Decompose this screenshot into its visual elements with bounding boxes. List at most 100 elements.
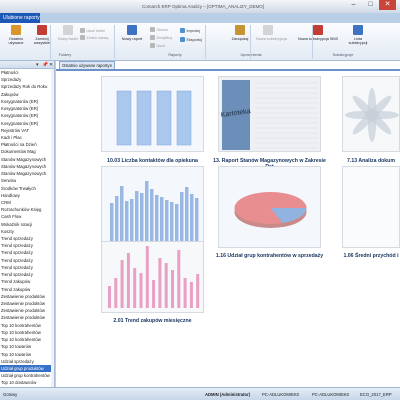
minimize-button[interactable]: – xyxy=(345,0,362,10)
report-tree-item[interactable]: Środków Trwałych xyxy=(0,185,54,192)
panel-menu-icon[interactable]: ▾ xyxy=(36,62,39,68)
report-tree-item[interactable]: Top 10 kontrahentów xyxy=(0,322,54,329)
ribbon-button-label: Usuń folder xyxy=(86,28,106,33)
sms-subscription-icon xyxy=(313,25,323,35)
report-tree: Płatności Sprzedaży Sprzedaży Rok do Roku Z… xyxy=(0,69,54,387)
ribbon-separator xyxy=(114,25,115,59)
report-thumbnail xyxy=(101,166,204,248)
panel-close-icon[interactable]: ✕ xyxy=(49,62,53,68)
report-thumbnail xyxy=(218,166,321,248)
report-tree-item[interactable]: Rejestrów VAT xyxy=(0,127,54,134)
usun-folder-button[interactable]: Usuń folder xyxy=(80,28,105,33)
report-caption: 1.06 Średni przychód i xyxy=(343,253,399,259)
report-tree-item[interactable]: Trend sprzedaży xyxy=(0,257,54,264)
report-tree-item[interactable]: Top 10 kontrahentów xyxy=(0,329,54,336)
ribbon-button-label: Ostatnio używane xyxy=(8,37,24,46)
report-tree-item[interactable]: Trend sprzedaży xyxy=(0,235,54,242)
ribbon-button-label: Zarządzaj xyxy=(231,37,249,41)
report-tree-item[interactable]: Kadr i Płac xyxy=(0,134,54,141)
report-tree-item[interactable]: Kosygnatorów (ER) xyxy=(0,105,54,112)
new-subscription-icon xyxy=(263,25,273,35)
importuj-button[interactable]: Importuj xyxy=(180,28,200,33)
tab-ulubione-raporty[interactable]: Ulubione raporty xyxy=(0,13,40,23)
report-tree-item[interactable]: Trend sprzedaży xyxy=(0,264,54,271)
ostatnio-uzywane-button[interactable]: Ostatnio używane xyxy=(4,25,28,46)
ribbon-button-label: Zamknij wszystkie xyxy=(33,37,51,46)
report-tree-item[interactable]: Zestawienie produktów xyxy=(0,293,54,300)
report-tree-item[interactable]: Rozrachunków Księg xyxy=(0,206,54,213)
report-tree-item[interactable]: Serwisu xyxy=(0,177,54,184)
report-thumbnail xyxy=(342,76,400,152)
report-tree-item[interactable]: Płatności na Dzień xyxy=(0,141,54,148)
report-tree-item[interactable]: Top 10 kontrahentów xyxy=(0,336,54,343)
nowa-subskrypcja-sms-button[interactable]: Nowa subskrypcja SMS xyxy=(298,25,338,41)
report-tree-item[interactable]: Kosygnatorów (ER) xyxy=(0,112,54,119)
report-thumbnail: Kartoteka xyxy=(218,76,321,152)
close-window-button[interactable]: ✕ xyxy=(379,0,396,10)
ribbon-separator xyxy=(250,25,251,59)
maximize-button[interactable]: □ xyxy=(362,0,379,10)
zarzadzaj-button[interactable]: Zarządzaj xyxy=(228,25,252,41)
report-tree-item[interactable]: CRM xyxy=(0,199,54,206)
new-folder-icon xyxy=(63,25,73,35)
report-tree-item[interactable]: Top 10 towarów xyxy=(0,351,54,358)
report-tree-item[interactable]: Stanów Magazynowych xyxy=(0,163,54,170)
report-tree-item[interactable]: Top 10 dostawców xyxy=(0,379,54,386)
status-text: Gotowy xyxy=(3,392,18,397)
report-tree-item[interactable]: Udział sprzedaży xyxy=(0,358,54,365)
zmien-nazwe-button[interactable]: Zmień nazwę xyxy=(80,35,108,40)
ribbon-button-label: Zmień nazwę xyxy=(86,35,109,40)
ribbon-button-label: Otwórz xyxy=(156,27,169,32)
report-tree-item[interactable]: Trend zakupów xyxy=(0,286,54,293)
report-tree-item[interactable]: Trend sprzedaży xyxy=(0,242,54,249)
nowy-folder-button[interactable]: Nowy folder xyxy=(56,25,80,41)
report-tree-item[interactable]: Udział grup produktów xyxy=(0,364,54,373)
tab-close-icon[interactable]: ✕ xyxy=(109,62,112,69)
report-thumbnail xyxy=(101,241,204,313)
report-tree-item[interactable]: Trend sprzedaży xyxy=(0,249,54,256)
delete-button[interactable]: Usuń xyxy=(150,43,165,48)
tab-recent-reports[interactable]: Ostatnio używane raporty ✕ xyxy=(59,61,115,69)
delete-folder-icon xyxy=(80,28,85,33)
close-all-icon xyxy=(37,25,47,35)
pin-icon[interactable]: 📌 xyxy=(42,62,48,68)
ribbon-button-label: Nowy folder xyxy=(57,37,79,41)
report-tree-item[interactable]: Top 10 towarów xyxy=(0,343,54,350)
subscription-list-icon xyxy=(353,25,363,35)
report-caption: 2.01 Trend zakupów miesięczne xyxy=(113,318,192,324)
report-tree-item[interactable]: Zestawienie produktów xyxy=(0,314,54,321)
eksportuj-button[interactable]: Eksportuj xyxy=(180,37,202,42)
nowa-subskrypcja-button[interactable]: Nowa subskrypcja xyxy=(256,25,287,41)
report-tree-item[interactable]: Cash Flow xyxy=(0,213,54,220)
window-title-bar: Comarch ERP Optima Analizy – [OPTIMA_ANA… xyxy=(0,0,400,13)
report-tree-item[interactable]: Handlowy xyxy=(0,192,54,199)
ribbon-group-label: Foldery xyxy=(58,53,72,57)
report-tree-item[interactable]: Sprzedaży Rok do Roku xyxy=(0,83,54,90)
tab-strip-line xyxy=(56,69,400,71)
modify-button[interactable]: Modyfikuj xyxy=(150,35,172,40)
nowy-raport-button[interactable]: Nowy raport xyxy=(120,25,144,41)
report-tree-item[interactable]: Zestawienie produktów xyxy=(0,300,54,307)
report-tree-item[interactable]: Sprzedaży xyxy=(0,76,54,83)
modify-icon xyxy=(150,35,155,40)
report-tree-item[interactable]: Wskaźnik rotacji xyxy=(0,221,54,228)
panel-header: ▾ 📌 ✕ xyxy=(0,61,54,69)
sidebar-scrollbar[interactable] xyxy=(51,69,54,387)
lista-subskrypcji-button[interactable]: Lista subskrypcji xyxy=(346,25,370,46)
ribbon-group-label: Uprawnienia xyxy=(226,53,276,57)
report-tree-item[interactable]: Stanów Magazynowych xyxy=(0,170,54,177)
report-tree-item[interactable]: Zakupów xyxy=(0,91,54,98)
report-tree-item[interactable]: Trend sprzedaży xyxy=(0,271,54,278)
report-tree-item[interactable]: Stanów Magazynowych xyxy=(0,156,54,163)
report-tree-item[interactable]: Trend zakupów xyxy=(0,278,54,285)
open-button[interactable]: Otwórz xyxy=(150,27,168,32)
rename-icon xyxy=(80,35,85,40)
report-tree-item[interactable]: Zestawienie produktów xyxy=(0,307,54,314)
report-tree-item[interactable]: Kosygnatorów (ER) xyxy=(0,120,54,127)
ribbon-button-label: Nowa subskrypcja SMS xyxy=(298,37,339,41)
report-tree-item[interactable]: Płatności xyxy=(0,69,54,76)
report-tree-item[interactable]: Udział grup kontrahentów xyxy=(0,372,54,379)
report-tree-item[interactable]: Dokumentów Mag xyxy=(0,148,54,155)
report-tree-item[interactable]: Kosygnatorów (ER) xyxy=(0,98,54,105)
report-tree-item[interactable]: Koszty xyxy=(0,228,54,235)
